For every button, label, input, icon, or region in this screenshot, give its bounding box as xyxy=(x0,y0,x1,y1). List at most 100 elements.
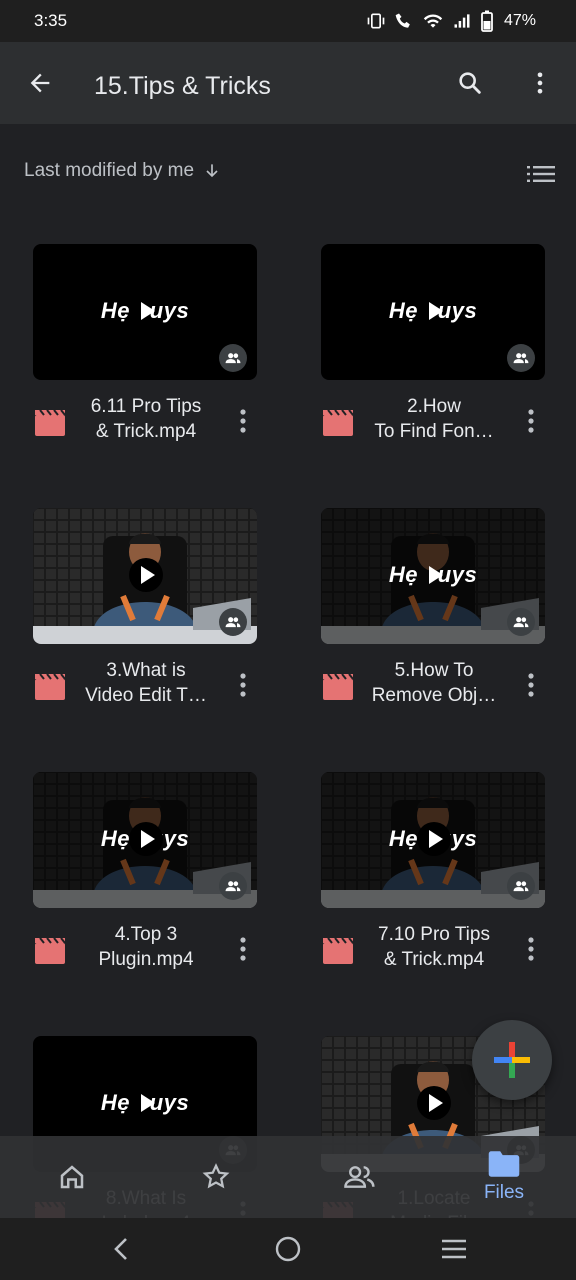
shared-badge xyxy=(219,872,247,900)
shared-people-icon xyxy=(225,617,241,628)
sort-selector[interactable]: Last modified by me xyxy=(24,160,222,182)
status-icons: 47% xyxy=(366,10,536,32)
file-name: 2.How To Find Fon… xyxy=(367,394,501,444)
wifi-call-icon xyxy=(395,13,410,28)
system-home-button[interactable] xyxy=(268,1232,308,1266)
play-icon xyxy=(417,822,451,856)
more-vert-icon xyxy=(528,937,534,961)
file-thumbnail[interactable]: Hẹ uys xyxy=(33,244,257,380)
file-more-button[interactable] xyxy=(231,406,255,436)
file-name-line1: 6.11 Pro Tips xyxy=(90,396,202,417)
file-info-row: 6.11 Pro Tips & Trick.mp4 xyxy=(33,392,257,452)
shared-people-icon xyxy=(225,353,241,364)
file-thumbnail[interactable]: Hẹ uys xyxy=(321,244,545,380)
new-plus-icon xyxy=(494,1042,530,1078)
play-icon xyxy=(417,1086,451,1120)
file-name-line2: Plugin.mp4 xyxy=(98,949,194,970)
video-file-icon xyxy=(323,410,353,436)
shared-badge xyxy=(507,344,535,372)
battery-icon xyxy=(481,10,493,32)
video-file-icon xyxy=(35,674,65,700)
file-name-line1: 3.What is xyxy=(106,660,186,681)
more-vert-icon xyxy=(537,72,543,94)
play-icon xyxy=(429,566,443,584)
file-card[interactable]: 3.What is Video Edit T… xyxy=(33,508,257,716)
file-more-button[interactable] xyxy=(519,670,543,700)
star-icon xyxy=(202,1163,230,1189)
nav-home[interactable] xyxy=(0,1136,144,1218)
more-vert-icon xyxy=(528,409,534,433)
shared-badge xyxy=(219,608,247,636)
system-back-icon xyxy=(114,1238,127,1260)
file-more-button[interactable] xyxy=(231,670,255,700)
shared-people-icon xyxy=(225,881,241,892)
more-options-button[interactable] xyxy=(520,63,560,103)
arrow-back-icon xyxy=(30,73,50,93)
app-bar: 15.Tips & Tricks xyxy=(0,42,576,124)
file-name: 7.10 Pro Tips & Trick.mp4 xyxy=(367,922,501,972)
file-thumbnail[interactable] xyxy=(33,508,257,644)
file-card[interactable]: Hẹ uys 2.How To Find Fon… xyxy=(321,244,545,452)
file-name-line2: Video Edit T… xyxy=(85,685,207,706)
system-recents-icon xyxy=(442,1239,466,1259)
video-file-icon xyxy=(35,938,65,964)
play-icon xyxy=(129,558,163,592)
file-card[interactable]: Hẹ uys 6.11 Pro Tips & Trick.mp4 xyxy=(33,244,257,452)
shared-badge xyxy=(219,344,247,372)
video-file-icon xyxy=(323,674,353,700)
nav-shared[interactable] xyxy=(288,1136,432,1218)
wifi-icon xyxy=(423,14,443,28)
system-navigation-bar xyxy=(0,1218,576,1280)
shared-people-icon xyxy=(344,1166,375,1188)
file-more-button[interactable] xyxy=(519,406,543,436)
nav-starred[interactable] xyxy=(144,1136,288,1218)
video-file-icon xyxy=(323,938,353,964)
system-home-icon xyxy=(275,1236,301,1262)
home-icon xyxy=(60,1165,84,1189)
file-card[interactable]: Hẹ uys 4.Top 3 Plugin.mp4 xyxy=(33,772,257,980)
file-info-row: 5.How To Remove Obj… xyxy=(321,656,545,716)
app-root: 3:35 47% 15.Tips & Tricks Last modified … xyxy=(0,0,576,1280)
battery-percent: 47% xyxy=(503,12,536,29)
file-thumbnail[interactable]: Hẹ uys xyxy=(33,772,257,908)
file-card[interactable]: Hẹ uys 7.10 Pro Tips & Trick.mp4 xyxy=(321,772,545,980)
file-name-line1: 5.How To xyxy=(394,660,474,681)
file-name: 3.What is Video Edit T… xyxy=(79,658,213,708)
video-file-icon xyxy=(35,410,65,436)
file-name-line1: 2.How xyxy=(407,396,461,417)
file-info-row: 3.What is Video Edit T… xyxy=(33,656,257,716)
shared-badge xyxy=(507,872,535,900)
back-button[interactable] xyxy=(20,63,60,103)
search-button[interactable] xyxy=(450,63,490,103)
file-more-button[interactable] xyxy=(519,934,543,964)
play-icon xyxy=(141,302,155,320)
system-back-button[interactable] xyxy=(102,1232,142,1266)
file-name: 5.How To Remove Obj… xyxy=(367,658,501,708)
file-more-button[interactable] xyxy=(231,934,255,964)
new-button[interactable] xyxy=(472,1020,552,1100)
list-view-icon xyxy=(527,166,555,182)
file-name-line2: & Trick.mp4 xyxy=(383,949,485,970)
status-bar: 3:35 47% xyxy=(0,0,576,42)
shared-people-icon xyxy=(513,617,529,628)
file-name: 6.11 Pro Tips & Trick.mp4 xyxy=(79,394,213,444)
page-title: 15.Tips & Tricks xyxy=(94,72,271,100)
nav-files[interactable]: Files xyxy=(432,1136,576,1218)
arrow-down-icon xyxy=(206,164,218,178)
file-info-row: 4.Top 3 Plugin.mp4 xyxy=(33,920,257,980)
more-vert-icon xyxy=(240,409,246,433)
file-thumbnail[interactable]: Hẹ uys xyxy=(321,508,545,644)
file-thumbnail[interactable]: Hẹ uys xyxy=(321,772,545,908)
search-icon xyxy=(459,72,481,94)
list-view-toggle[interactable] xyxy=(524,160,558,188)
system-recents-button[interactable] xyxy=(434,1232,474,1266)
file-card[interactable]: Hẹ uys 5.How To Remove Obj… xyxy=(321,508,545,716)
more-vert-icon xyxy=(240,673,246,697)
file-info-row: 7.10 Pro Tips & Trick.mp4 xyxy=(321,920,545,980)
shared-people-icon xyxy=(513,881,529,892)
more-vert-icon xyxy=(240,937,246,961)
bottom-navigation: Files xyxy=(0,1136,576,1218)
nav-files-label: Files xyxy=(483,1182,525,1203)
play-icon xyxy=(429,302,443,320)
play-icon xyxy=(129,822,163,856)
